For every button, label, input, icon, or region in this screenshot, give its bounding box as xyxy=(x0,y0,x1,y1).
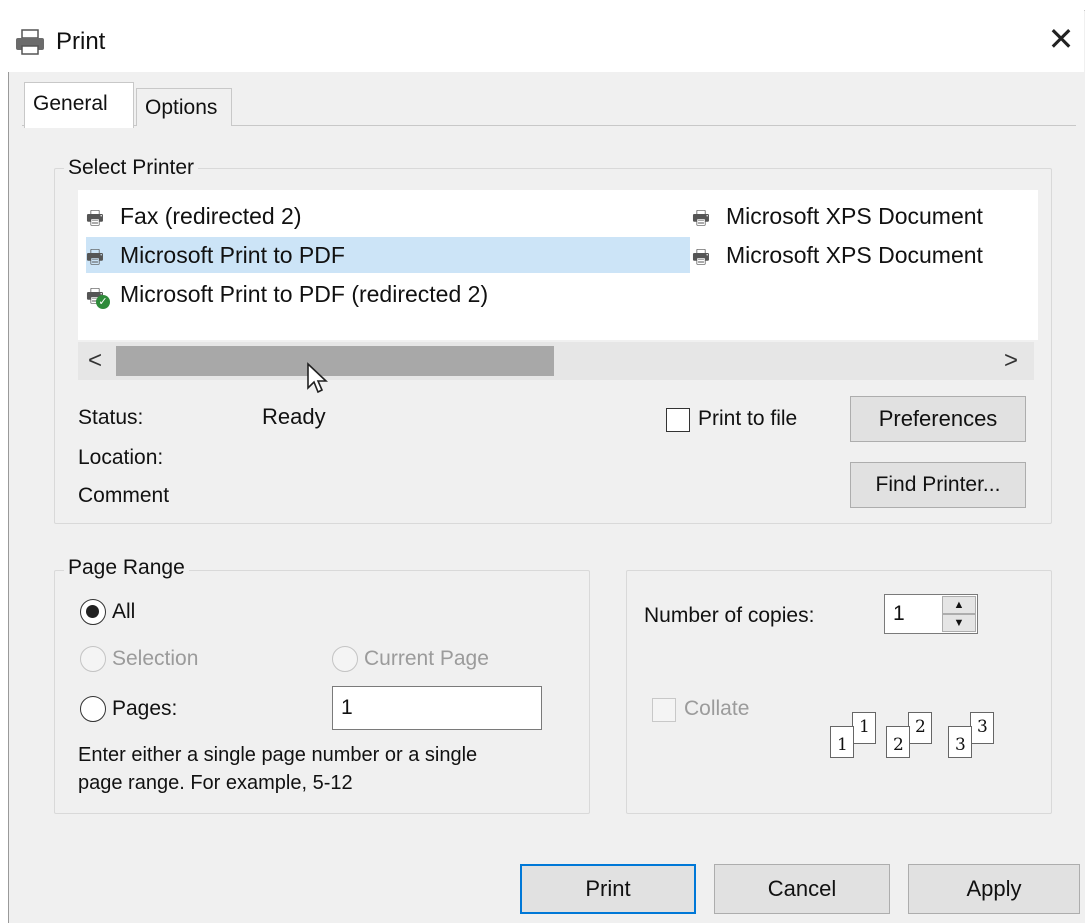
spin-down-icon[interactable]: ▼ xyxy=(942,614,976,632)
all-label[interactable]: All xyxy=(112,600,135,624)
printer-name: Microsoft Print to PDF xyxy=(120,242,345,268)
current-page-label: Current Page xyxy=(364,647,489,670)
collate-page-icon: 3 xyxy=(948,726,972,758)
pages-label[interactable]: Pages: xyxy=(112,697,177,721)
spin-up-icon[interactable]: ▲ xyxy=(942,596,976,614)
collate-page-icon: 1 xyxy=(830,726,854,758)
print-to-file-label[interactable]: Print to file xyxy=(698,407,797,431)
printer-name: Microsoft XPS Document xyxy=(726,242,983,268)
printer-name: Microsoft Print to PDF (redirected 2) xyxy=(120,281,489,307)
tab-options[interactable]: Options xyxy=(136,88,232,126)
scrollbar-thumb[interactable] xyxy=(116,346,554,376)
print-button[interactable]: Print xyxy=(520,864,696,914)
find-printer-button[interactable]: Find Printer... xyxy=(850,462,1026,508)
page-range-hint-line1: Enter either a single page number or a s… xyxy=(78,744,478,766)
current-page-radio xyxy=(332,646,358,672)
comment-label: Comment xyxy=(78,484,170,507)
select-printer-title: Select Printer xyxy=(64,156,199,180)
collate-page-icon: 2 xyxy=(908,712,932,744)
scroll-right-icon[interactable]: > xyxy=(994,342,1028,380)
window-title: Print xyxy=(56,28,106,55)
collate-page-icon: 1 xyxy=(852,712,876,744)
printer-icon: 🖶 xyxy=(692,247,710,268)
collate-page-icon: 2 xyxy=(886,726,910,758)
preferences-button[interactable]: Preferences xyxy=(850,396,1026,442)
status-label: Status: xyxy=(78,406,144,429)
mouse-cursor-icon xyxy=(307,362,329,394)
printer-item-microsoft-print-to-pdf-redirected[interactable]: 🖶 ✓ Microsoft Print to PDF (redirected 2) xyxy=(86,276,686,312)
tab-general[interactable]: General xyxy=(24,82,134,128)
selection-radio xyxy=(80,646,106,672)
pages-radio[interactable] xyxy=(80,696,106,722)
collate-label: Collate xyxy=(684,697,750,720)
collate-illustration: 1 1 2 2 3 3 xyxy=(830,712,1010,772)
all-radio[interactable] xyxy=(80,599,106,625)
printer-name: Microsoft XPS Document xyxy=(726,203,983,229)
location-label: Location: xyxy=(78,446,164,469)
selection-label: Selection xyxy=(112,647,199,670)
page-range-hint-line2: page range. For example, 5-12 xyxy=(78,772,353,794)
printer-icon: 🖶 xyxy=(86,247,104,268)
collate-checkbox xyxy=(652,698,676,722)
page-range-title: Page Range xyxy=(64,556,189,580)
printer-item-fax[interactable]: 🖶 Fax (redirected 2) xyxy=(86,198,686,234)
collate-page-icon: 3 xyxy=(970,712,994,744)
apply-button[interactable]: Apply xyxy=(908,864,1080,914)
title-bar xyxy=(8,10,1084,72)
print-to-file-checkbox[interactable] xyxy=(666,408,690,432)
printer-item-xps-2[interactable]: 🖶 Microsoft XPS Document xyxy=(692,237,1032,273)
printer-icon xyxy=(16,29,44,55)
default-printer-icon: 🖶 ✓ xyxy=(86,279,120,315)
copies-spinner[interactable]: ▲ ▼ xyxy=(942,596,976,632)
pages-input[interactable]: 1 xyxy=(332,686,542,730)
printer-item-xps-1[interactable]: 🖶 Microsoft XPS Document xyxy=(692,198,1032,234)
status-value: Ready xyxy=(262,404,326,429)
scroll-left-icon[interactable]: < xyxy=(78,342,112,380)
number-of-copies-label: Number of copies: xyxy=(644,604,815,627)
printer-name: Fax (redirected 2) xyxy=(120,203,302,229)
printer-icon: 🖶 xyxy=(86,208,104,229)
close-icon[interactable]: ✕ xyxy=(1046,22,1076,56)
cancel-button[interactable]: Cancel xyxy=(714,864,890,914)
printer-item-microsoft-print-to-pdf[interactable]: 🖶 Microsoft Print to PDF xyxy=(86,237,690,273)
printer-icon: 🖶 xyxy=(692,208,710,229)
